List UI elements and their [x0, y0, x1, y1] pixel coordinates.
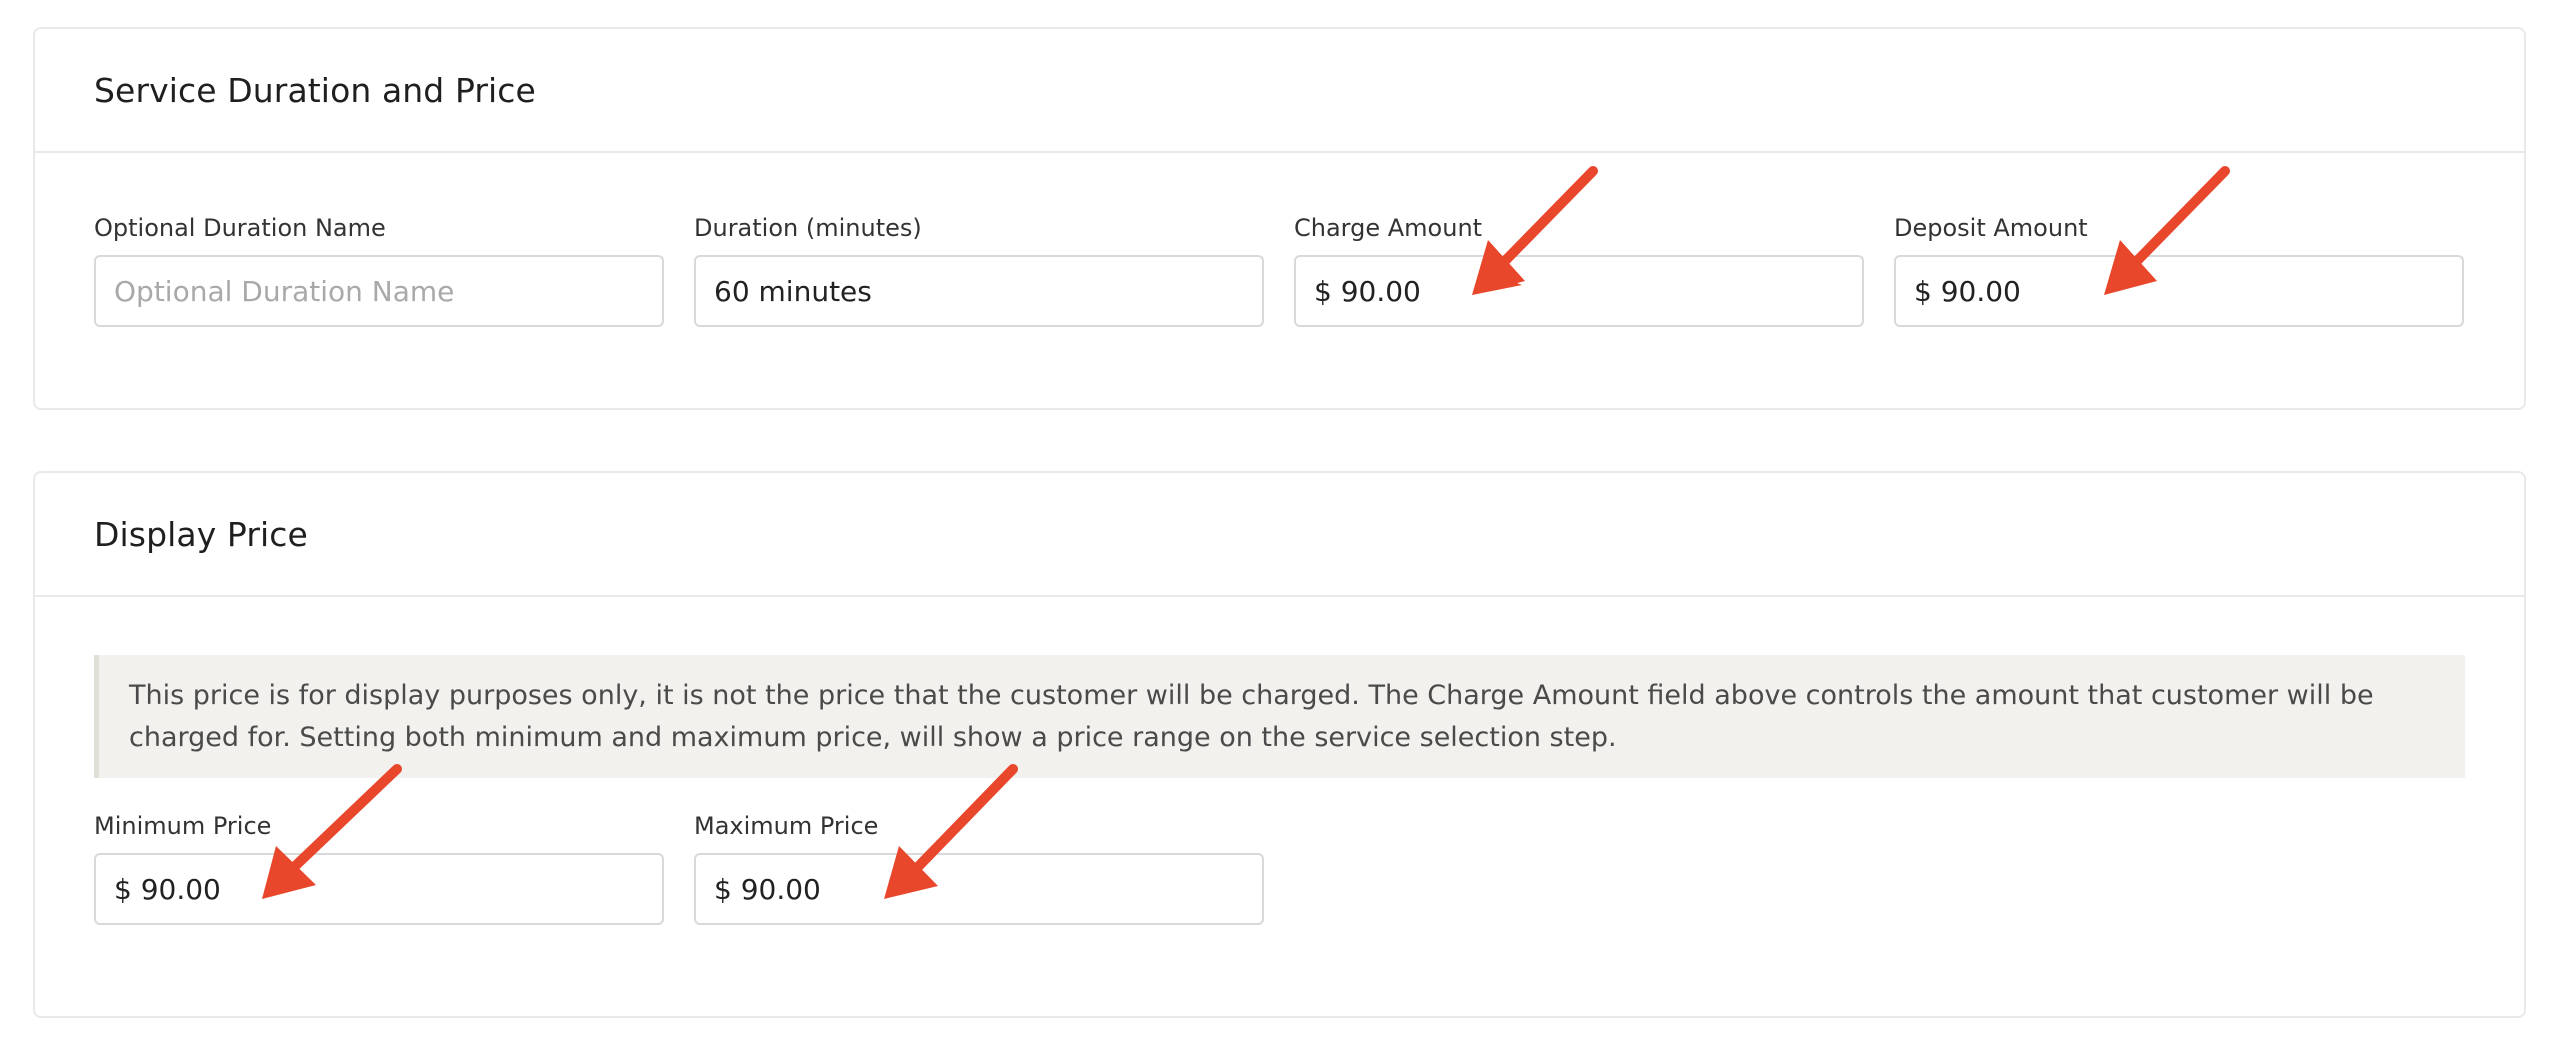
deposit-amount-label: Deposit Amount	[1894, 214, 2088, 242]
optional-duration-name-field: Optional Duration Name	[94, 211, 664, 327]
maximum-price-field: Maximum Price	[694, 809, 1264, 925]
duration-input[interactable]	[694, 255, 1264, 327]
minimum-price-field: Minimum Price	[94, 809, 664, 925]
charge-amount-field: Charge Amount	[1294, 211, 1864, 327]
section-title: Service Duration and Price	[94, 70, 536, 110]
minimum-price-input[interactable]	[94, 853, 664, 925]
display-price-card: Display Price This price is for display …	[33, 471, 2526, 1018]
deposit-amount-input[interactable]	[1894, 255, 2464, 327]
display-price-notice: This price is for display purposes only,…	[94, 655, 2465, 778]
optional-duration-name-label: Optional Duration Name	[94, 214, 386, 242]
section-title: Display Price	[94, 514, 308, 554]
card-header: Display Price	[35, 473, 2524, 597]
deposit-amount-field: Deposit Amount	[1894, 211, 2464, 327]
maximum-price-input[interactable]	[694, 853, 1264, 925]
page: Service Duration and Price Optional Dura…	[0, 0, 2560, 1044]
duration-label: Duration (minutes)	[694, 214, 922, 242]
optional-duration-name-input[interactable]	[94, 255, 664, 327]
minimum-price-label: Minimum Price	[94, 812, 272, 840]
service-duration-price-card: Service Duration and Price Optional Dura…	[33, 27, 2526, 410]
maximum-price-label: Maximum Price	[694, 812, 879, 840]
duration-field: Duration (minutes)	[694, 211, 1264, 327]
charge-amount-input[interactable]	[1294, 255, 1864, 327]
card-header: Service Duration and Price	[35, 29, 2524, 153]
charge-amount-label: Charge Amount	[1294, 214, 1483, 242]
